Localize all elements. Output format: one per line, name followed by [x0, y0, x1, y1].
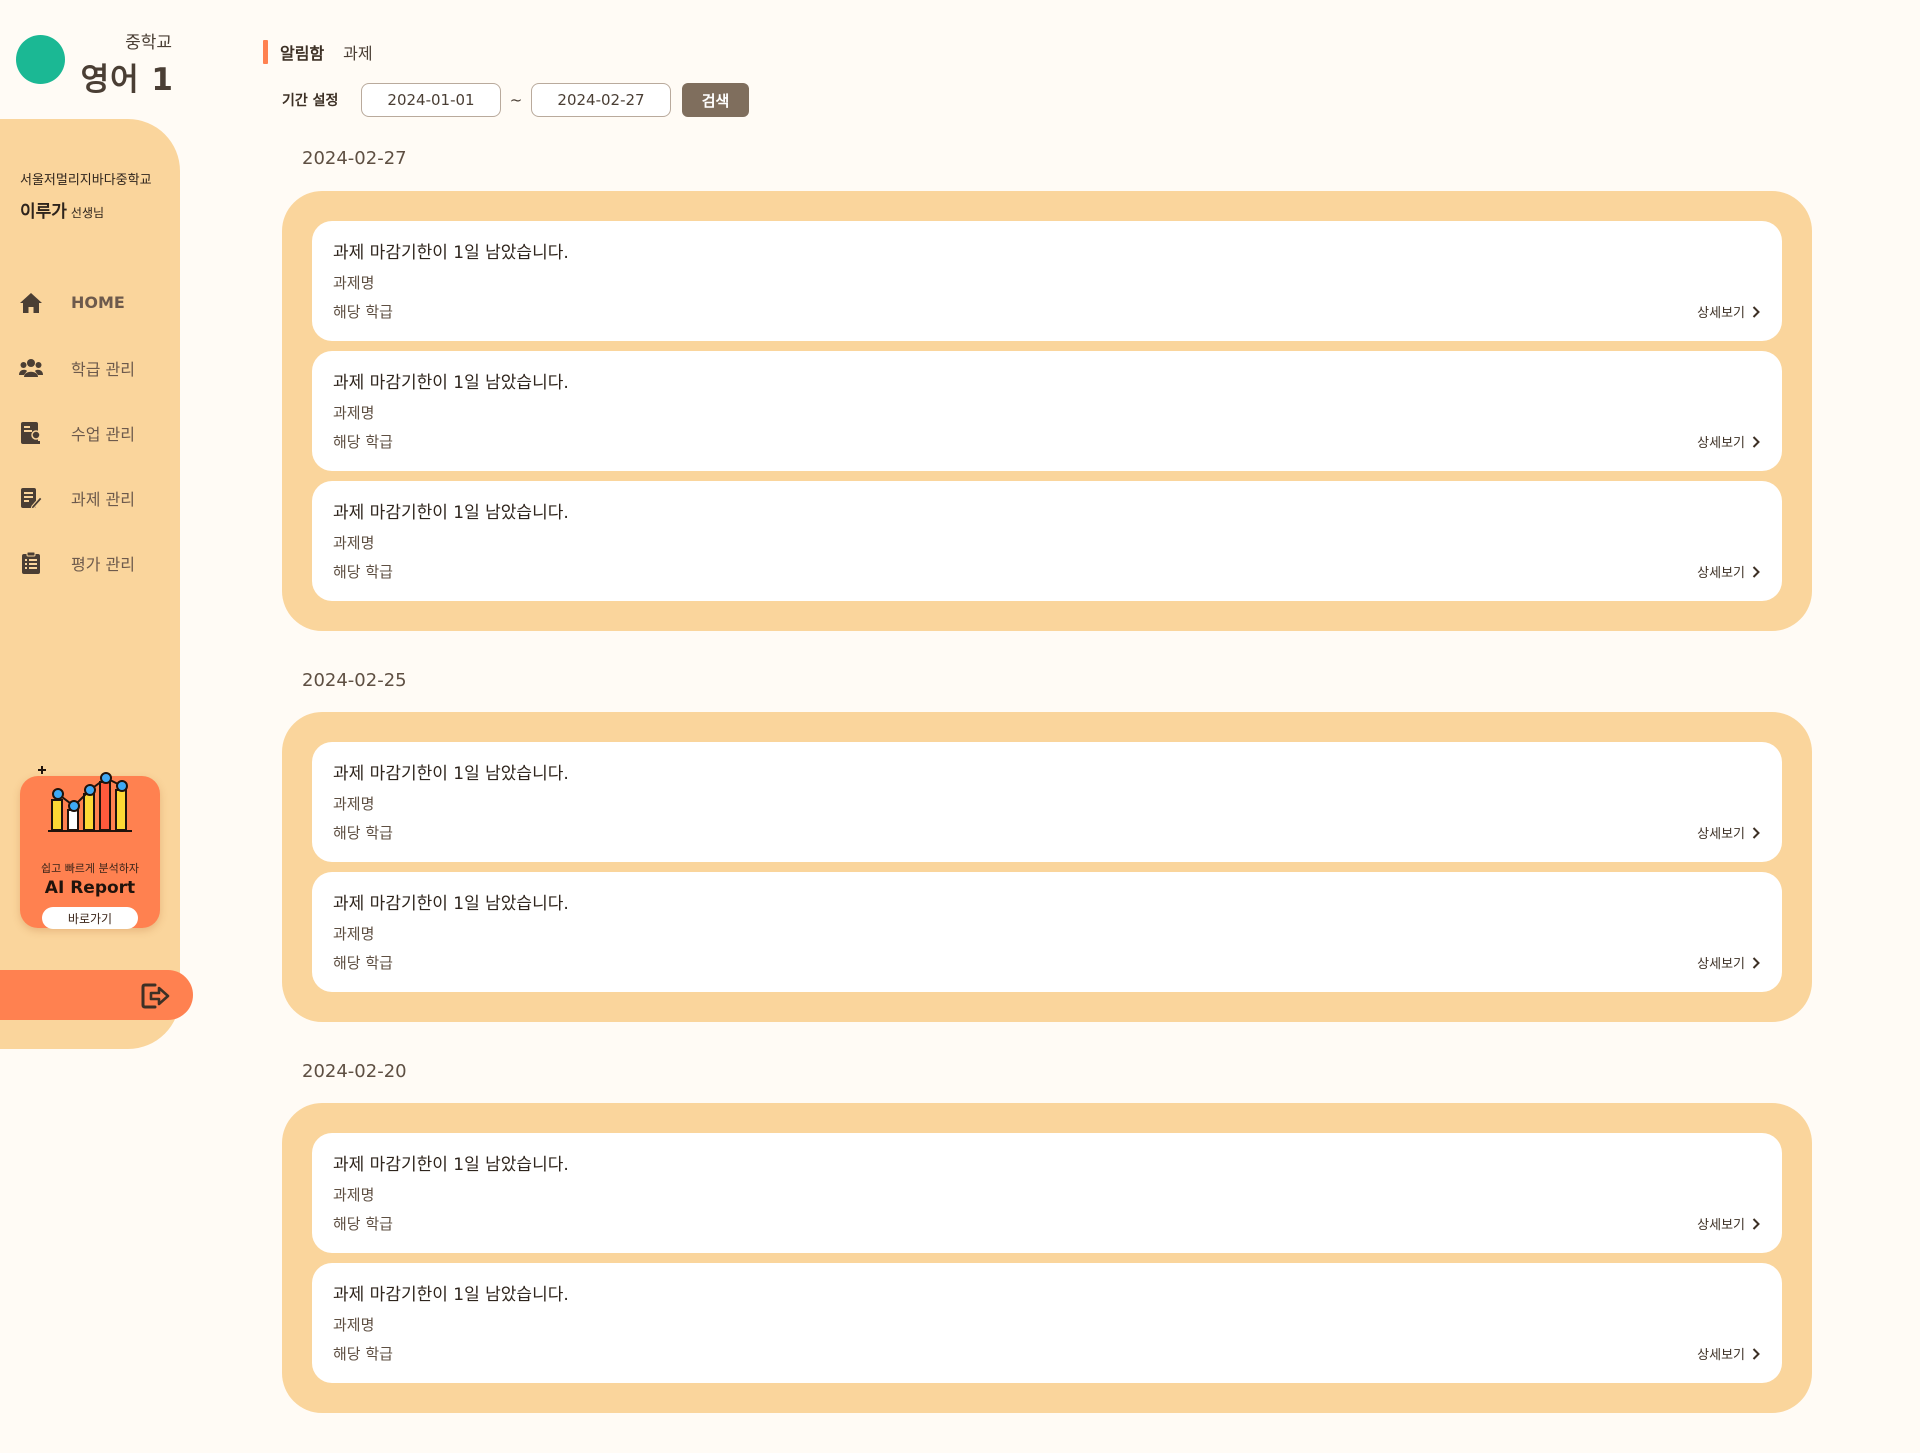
view-details-label: 상세보기 — [1697, 566, 1745, 581]
subject-title: 영어 1 — [80, 62, 174, 98]
breadcrumb-current: 과제 — [343, 44, 373, 63]
notice-assignment: 과제명 — [333, 404, 375, 422]
ai-report-chart-icon — [38, 766, 132, 832]
ai-report-card[interactable]: 쉽고 빠르게 분석하자 AI Report 바로가기 — [20, 766, 160, 929]
view-details-label: 상세보기 — [1697, 436, 1745, 451]
notice-class: 해당 학급 — [333, 1215, 393, 1233]
view-details-link[interactable]: 상세보기 — [1697, 823, 1760, 842]
notice-title: 과제 마감기한이 1일 남았습니다. — [333, 1285, 569, 1305]
sidebar-item-label: 수업 관리 — [71, 424, 135, 444]
chevron-right-icon — [1752, 826, 1760, 839]
chevron-right-icon — [1752, 305, 1760, 318]
view-details-label: 상세보기 — [1697, 1218, 1745, 1233]
view-details-label: 상세보기 — [1697, 827, 1745, 842]
sidebar-item-home[interactable]: HOME — [0, 270, 180, 335]
chevron-right-icon — [1752, 435, 1760, 448]
notice-group-date: 2024-02-25 — [302, 670, 407, 691]
sidebar-item-label: 평가 관리 — [71, 554, 135, 574]
notice-card: 과제 마감기한이 1일 남았습니다. 과제명 해당 학급 상세보기 — [312, 221, 1782, 341]
home-icon — [19, 291, 43, 315]
breadcrumb-section[interactable]: 알림함 — [280, 40, 324, 64]
breadcrumb-accent-bar — [263, 40, 268, 64]
user-school: 서울저멀리지바다중학교 — [20, 173, 152, 188]
notice-class: 해당 학급 — [333, 1345, 393, 1363]
sidebar-nav: HOME 학급 관리 수업 관리 과제 관리 평가 관리 — [0, 270, 180, 595]
notice-class: 해당 학급 — [333, 433, 393, 451]
user-role: 선생님 — [70, 206, 105, 220]
notice-group: 과제 마감기한이 1일 남았습니다. 과제명 해당 학급 상세보기 과제 마감기… — [282, 712, 1812, 1022]
breadcrumb: 알림함 과제 — [263, 40, 373, 64]
date-separator: ~ — [509, 91, 523, 109]
brand-logo-dot — [16, 35, 65, 84]
chevron-right-icon — [1752, 956, 1760, 969]
search-button[interactable]: 검색 — [682, 83, 749, 117]
notice-card: 과제 마감기한이 1일 남았습니다. 과제명 해당 학급 상세보기 — [312, 1133, 1782, 1253]
notice-title: 과제 마감기한이 1일 남았습니다. — [333, 764, 569, 784]
view-details-link[interactable]: 상세보기 — [1697, 953, 1760, 972]
period-label: 기간 설정 — [282, 93, 339, 109]
notice-group: 과제 마감기한이 1일 남았습니다. 과제명 해당 학급 상세보기 과제 마감기… — [282, 1103, 1812, 1413]
brand: 중학교 영어 1 — [0, 0, 180, 118]
notice-title: 과제 마감기한이 1일 남았습니다. — [333, 373, 569, 393]
notice-class: 해당 학급 — [333, 954, 393, 972]
notice-class: 해당 학급 — [333, 563, 393, 581]
logout-icon — [141, 983, 170, 1009]
ai-report-go-button[interactable]: 바로가기 — [42, 907, 138, 929]
end-date-input[interactable] — [531, 83, 671, 117]
notice-card: 과제 마감기한이 1일 남았습니다. 과제명 해당 학급 상세보기 — [312, 351, 1782, 471]
sidebar-item-class[interactable]: 학급 관리 — [0, 335, 180, 400]
notice-title: 과제 마감기한이 1일 남았습니다. — [333, 243, 569, 263]
user-name: 이루가 — [20, 202, 67, 222]
notice-card: 과제 마감기한이 1일 남았습니다. 과제명 해당 학급 상세보기 — [312, 481, 1782, 601]
view-details-link[interactable]: 상세보기 — [1697, 1344, 1760, 1363]
notice-class: 해당 학급 — [333, 824, 393, 842]
notice-title: 과제 마감기한이 1일 남았습니다. — [333, 503, 569, 523]
sidebar-item-evaluation[interactable]: 평가 관리 — [0, 530, 180, 595]
chevron-right-icon — [1752, 1217, 1760, 1230]
user-profile: 이루가 선생님 — [20, 197, 104, 222]
notice-assignment: 과제명 — [333, 795, 375, 813]
notice-assignment: 과제명 — [333, 274, 375, 292]
chevron-right-icon — [1752, 565, 1760, 578]
notice-card: 과제 마감기한이 1일 남았습니다. 과제명 해당 학급 상세보기 — [312, 872, 1782, 992]
assignment-icon — [19, 486, 43, 510]
notice-group-date: 2024-02-27 — [302, 148, 407, 169]
notice-assignment: 과제명 — [333, 534, 375, 552]
sidebar-item-lesson[interactable]: 수업 관리 — [0, 400, 180, 465]
notice-group-date: 2024-02-20 — [302, 1061, 407, 1082]
view-details-link[interactable]: 상세보기 — [1697, 432, 1760, 451]
view-details-link[interactable]: 상세보기 — [1697, 1214, 1760, 1233]
school-level: 중학교 — [125, 33, 172, 53]
date-filter: 기간 설정 ~ 검색 — [282, 83, 749, 117]
notice-group: 과제 마감기한이 1일 남았습니다. 과제명 해당 학급 상세보기 과제 마감기… — [282, 191, 1812, 631]
sidebar-item-label: HOME — [71, 293, 125, 312]
view-details-label: 상세보기 — [1697, 957, 1745, 972]
start-date-input[interactable] — [361, 83, 501, 117]
notice-title: 과제 마감기한이 1일 남았습니다. — [333, 1155, 569, 1175]
view-details-label: 상세보기 — [1697, 1348, 1745, 1363]
ai-report-tagline: 쉽고 빠르게 분석하자 — [40, 862, 140, 875]
ai-report-title: AI Report — [44, 878, 136, 898]
notice-assignment: 과제명 — [333, 925, 375, 943]
notice-card: 과제 마감기한이 1일 남았습니다. 과제명 해당 학급 상세보기 — [312, 742, 1782, 862]
sidebar-item-label: 과제 관리 — [71, 489, 135, 509]
lesson-icon — [19, 421, 43, 445]
chevron-right-icon — [1752, 1347, 1760, 1360]
clipboard-icon — [19, 551, 43, 575]
view-details-label: 상세보기 — [1697, 306, 1745, 321]
notice-assignment: 과제명 — [333, 1186, 375, 1204]
notice-assignment: 과제명 — [333, 1316, 375, 1334]
sidebar-item-label: 학급 관리 — [71, 359, 135, 379]
notice-title: 과제 마감기한이 1일 남았습니다. — [333, 894, 569, 914]
logout-button[interactable] — [0, 970, 193, 1020]
notice-card: 과제 마감기한이 1일 남았습니다. 과제명 해당 학급 상세보기 — [312, 1263, 1782, 1383]
sidebar-item-assignment[interactable]: 과제 관리 — [0, 465, 180, 530]
users-icon — [19, 356, 43, 380]
notice-class: 해당 학급 — [333, 303, 393, 321]
sidebar: 서울저멀리지바다중학교 이루가 선생님 HOME 학급 관리 수업 관리 과제 … — [0, 119, 193, 1049]
view-details-link[interactable]: 상세보기 — [1697, 302, 1760, 321]
view-details-link[interactable]: 상세보기 — [1697, 562, 1760, 581]
